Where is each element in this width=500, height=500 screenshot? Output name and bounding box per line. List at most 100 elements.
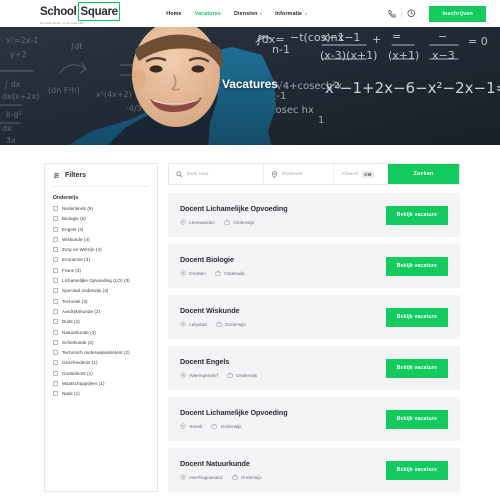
svg-text:=: = (392, 30, 401, 43)
phone-icon[interactable] (383, 5, 401, 23)
postcode-field[interactable]: Postcode (264, 164, 335, 184)
svg-text:−: − (438, 30, 447, 43)
nav-item-home[interactable]: Home (166, 11, 181, 17)
vacancy-info: Docent Lichamelijke Opvoeding Sneek Onderw… (180, 408, 386, 430)
clock-icon[interactable] (402, 5, 420, 23)
vacancy-title: Docent Lichamelijke Opvoeding (180, 408, 288, 418)
nav-item-vacatures[interactable]: Vacatures (195, 11, 221, 17)
vacancy-card[interactable]: Docent Lichamelijke Opvoeding Leeuwarden O… (168, 193, 460, 237)
briefcase-icon (224, 219, 230, 226)
view-vacancy-button[interactable]: Bekijk vacature (385, 256, 448, 276)
filter-item[interactable]: Biologie (5) (53, 216, 149, 222)
vacancy-card[interactable]: Docent Wiskunde Lelystad Onderwijs Bekijk v… (168, 295, 460, 339)
svg-text:+: + (372, 33, 381, 46)
svg-text:y+2: y+2 (10, 50, 27, 59)
filter-item[interactable]: Technisch onderwijsassistent (2) (53, 350, 149, 356)
filter-item[interactable]: Economie (3) (53, 257, 149, 263)
filter-item[interactable]: Engels (4) (53, 226, 149, 232)
inschrijven-button[interactable]: Inschrijven (429, 5, 486, 22)
vacancy-location-label: Dronten (189, 271, 206, 276)
briefcase-icon (227, 372, 233, 379)
checkbox-icon[interactable] (53, 370, 58, 376)
checkbox-icon[interactable] (53, 298, 58, 304)
vacancy-meta: Wieringerwerf Onderwijs (180, 372, 386, 379)
location-pin-icon (180, 270, 186, 277)
checkbox-icon[interactable] (53, 226, 58, 232)
view-vacancy-button[interactable]: Bekijk vacature (385, 205, 448, 225)
vacancy-card[interactable]: Docent Natuurkunde Heerhugowaard Onderwijs… (168, 448, 460, 492)
checkbox-icon[interactable] (53, 350, 58, 356)
filters-sidebar: Filters Onderwijs Nederlands (9) Biologie… (44, 163, 158, 492)
filter-item[interactable]: Speciaal onderwijs (3) (53, 288, 149, 294)
checkbox-icon[interactable] (53, 391, 58, 397)
vacancy-title: Docent Natuurkunde (180, 459, 250, 469)
location-pin-icon (180, 423, 186, 430)
filter-item[interactable]: Wiskunde (4) (53, 236, 149, 242)
checkbox-icon[interactable] (53, 319, 58, 325)
checkbox-icon[interactable] (53, 329, 58, 335)
checkbox-icon[interactable] (53, 216, 58, 222)
nav-item-informatie[interactable]: Informatie (275, 11, 307, 17)
filter-item-label: Wiskunde (4) (62, 236, 90, 242)
checkbox-icon[interactable] (53, 381, 58, 387)
keyword-search-field[interactable]: Zoek naar (169, 164, 265, 184)
svg-text:dx(x+2x): dx(x+2x) (2, 92, 39, 101)
chevron-down-icon (260, 12, 263, 15)
view-vacancy-button[interactable]: Bekijk vacature (385, 409, 448, 429)
vacancy-location: Leeuwarden (180, 219, 215, 226)
location-pin-icon (180, 321, 186, 328)
view-vacancy-button[interactable]: Bekijk vacature (385, 307, 448, 327)
briefcase-icon (216, 321, 222, 328)
filter-item-label: Nask (1) (62, 391, 80, 397)
vacancy-card[interactable]: Docent Lichamelijke Opvoeding Sneek Onderw… (168, 397, 460, 441)
filter-item[interactable]: Frans (3) (53, 267, 149, 273)
checkbox-icon[interactable] (53, 308, 58, 314)
main-navigation: Home Vacatures Diensten Informatie (166, 11, 307, 17)
checkbox-icon[interactable] (53, 236, 58, 242)
filter-item[interactable]: Duits (2) (53, 319, 149, 325)
view-vacancy-button[interactable]: Bekijk vacature (385, 460, 448, 480)
filter-item[interactable]: Godsdienst (1) (53, 370, 149, 376)
filter-item[interactable]: Zorg en Welzijn (4) (53, 247, 149, 253)
view-vacancy-button[interactable]: Bekijk vacature (385, 358, 448, 378)
filter-item[interactable]: Techniek (3) (53, 298, 149, 304)
filter-item[interactable]: Maatschappijleer (1) (53, 381, 149, 387)
hero-title: Vacatures (222, 77, 278, 91)
vacancy-title: Docent Wiskunde (180, 306, 240, 316)
checkbox-icon[interactable] (53, 247, 58, 253)
vacancy-card[interactable]: Docent Biologie Dronten Onderwijs Bekijk va… (168, 244, 460, 288)
vacancy-sector: Onderwijs (227, 372, 257, 379)
vacancy-sector: Onderwijs (232, 474, 262, 481)
vacancy-card[interactable]: Docent Engels Wieringerwerf Onderwijs Bekij… (168, 346, 460, 390)
nav-item-diensten[interactable]: Diensten (234, 11, 263, 17)
vacancy-sector-label: Onderwijs (240, 475, 262, 480)
chevron-down-icon (304, 12, 307, 15)
vacancy-info: Docent Wiskunde Lelystad Onderwijs (180, 306, 386, 328)
checkbox-icon[interactable] (53, 339, 58, 345)
search-submit-button[interactable]: Zoeken (388, 164, 459, 184)
checkbox-icon[interactable] (53, 206, 58, 211)
vacancy-meta: Lelystad Onderwijs (180, 321, 386, 328)
logo[interactable]: School Square De juiste docent, op de ju… (40, 2, 121, 25)
checkbox-icon[interactable] (53, 278, 58, 284)
checkbox-icon[interactable] (53, 267, 58, 273)
svg-text:3x: 3x (6, 136, 16, 145)
checkbox-icon[interactable] (53, 288, 58, 294)
distance-field[interactable]: Afstand KM (334, 164, 388, 184)
checkbox-icon[interactable] (53, 257, 58, 263)
filter-item[interactable]: Natuurkunde (2) (53, 329, 149, 335)
vacancy-main: Zoek naar Postcode Afstand KM Zoeken Doc… (168, 163, 460, 492)
filter-item[interactable]: Scheikunde (2) (53, 339, 149, 345)
filter-item[interactable]: Lichamelijke Opvoeding (LO) (3) (53, 278, 149, 284)
vacancy-location: Dronten (180, 270, 206, 277)
vacancy-location: Heerhugowaard (180, 474, 223, 481)
filter-item[interactable]: Aardrijkskunde (2) (53, 308, 149, 314)
filter-item-label: Engels (4) (62, 226, 84, 232)
filter-item[interactable]: Nask (1) (53, 391, 149, 397)
svg-text:cosec hx: cosec hx (270, 105, 314, 116)
filter-item[interactable]: Nederlands (9) (53, 206, 149, 211)
distance-label: Afstand (341, 171, 358, 177)
filter-item-label: Lichamelijke Opvoeding (LO) (3) (62, 278, 130, 284)
checkbox-icon[interactable] (53, 360, 58, 366)
filter-item[interactable]: Geschiedenis (1) (53, 360, 149, 366)
